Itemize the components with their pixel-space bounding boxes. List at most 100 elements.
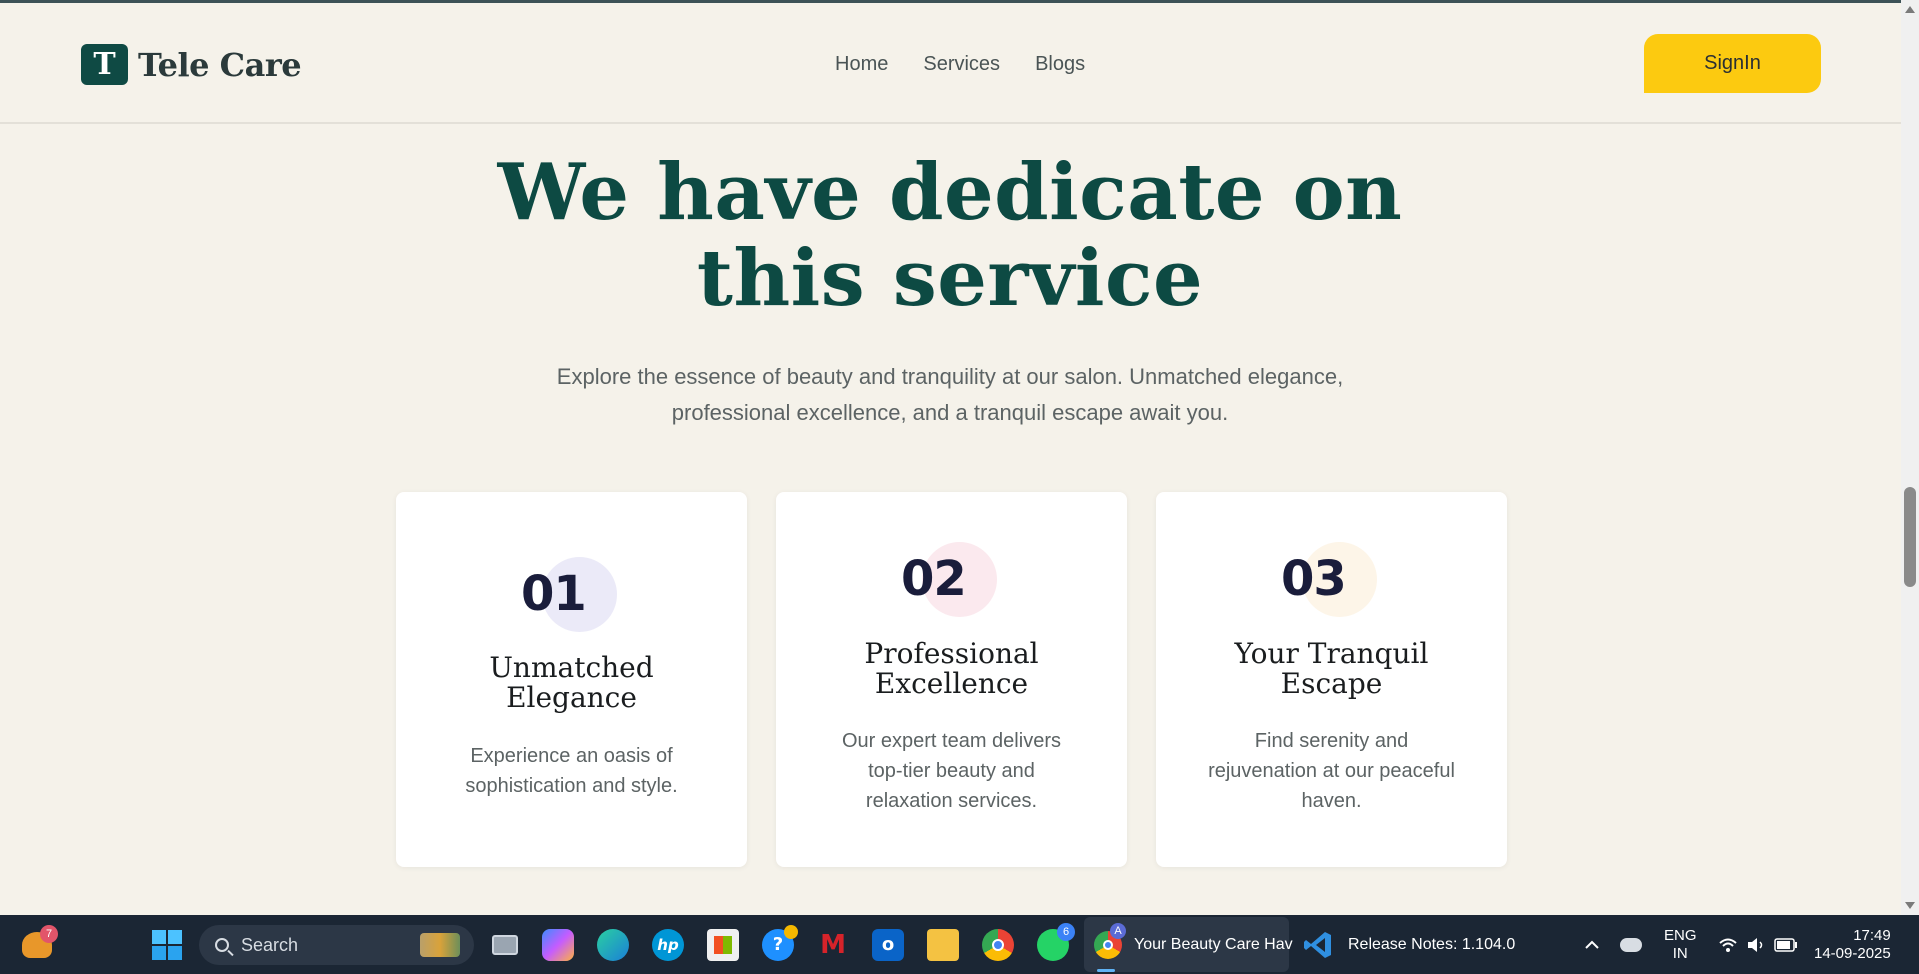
section-subtext-line-2: professional excellence, and a tranquil … <box>671 400 1229 425</box>
language-indicator[interactable]: ENG IN <box>1664 915 1697 974</box>
section-heading-line-1: We have dedicate on <box>497 147 1403 238</box>
edge-icon <box>597 928 629 961</box>
network-volume-battery[interactable] <box>1718 915 1798 974</box>
service-card-3: 03 Your Tranquil Escape Find serenity an… <box>1156 492 1507 867</box>
card-3-number: 03 <box>1281 551 1347 607</box>
chevron-up-icon <box>1585 940 1599 949</box>
card-3-title-line-1: Your Tranquil <box>1234 637 1429 670</box>
clock[interactable]: 17:49 14-09-2025 <box>1814 915 1891 974</box>
logo[interactable]: T Tele Care <box>81 44 302 85</box>
task-view-icon <box>489 929 521 961</box>
wifi-icon <box>1719 938 1737 952</box>
section-heading: We have dedicate on this service <box>450 150 1450 322</box>
card-3-title-line-2: Escape <box>1280 667 1383 700</box>
language-text: ENG IN <box>1664 927 1697 963</box>
get-help-button[interactable]: ? <box>762 915 798 974</box>
card-1-title-line-2: Elegance <box>506 681 637 714</box>
browser-viewport: T Tele Care Home Services Blogs SignIn W… <box>0 0 1901 915</box>
active-window-title: Your Beauty Care Hav <box>1134 935 1293 953</box>
whatsapp-badge: 6 <box>1057 923 1075 941</box>
onedrive-button[interactable] <box>1620 915 1642 974</box>
nav-home-link[interactable]: Home <box>835 53 888 76</box>
nav-services-link[interactable]: Services <box>923 53 1000 76</box>
card-2-description: Our expert team delivers top-tier beauty… <box>816 726 1087 816</box>
logo-mark-icon: T <box>81 44 128 85</box>
page-scrollbar[interactable] <box>1901 0 1919 915</box>
signin-button[interactable]: SignIn <box>1644 34 1821 93</box>
volume-icon <box>1748 937 1763 952</box>
clock-text: 17:49 14-09-2025 <box>1814 927 1891 963</box>
card-2-title-line-2: Excellence <box>874 667 1029 700</box>
copilot-button[interactable] <box>542 915 574 974</box>
task-view-button[interactable] <box>489 915 521 974</box>
language-line-2: IN <box>1672 944 1688 962</box>
outlook-button[interactable]: o <box>872 915 904 974</box>
card-3-description: Find serenity and rejuvenation at our pe… <box>1196 726 1467 816</box>
scroll-down-arrow-icon[interactable] <box>1905 902 1915 909</box>
windows-start-icon <box>152 929 182 960</box>
card-2-number: 02 <box>901 551 967 607</box>
onedrive-cloud-icon <box>1620 937 1642 952</box>
chrome-profile-badge: A <box>1110 923 1126 939</box>
card-1-desc-line-2: sophistication and style. <box>465 775 678 797</box>
file-explorer-button[interactable] <box>927 915 959 974</box>
start-button[interactable] <box>152 915 182 974</box>
folder-icon <box>927 928 959 961</box>
vscode-window-title: Release Notes: 1.104.0 <box>1348 935 1516 953</box>
search-icon <box>215 938 229 952</box>
scroll-up-arrow-icon[interactable] <box>1905 6 1915 13</box>
outlook-icon: o <box>872 928 904 961</box>
search-highlight-icon <box>420 933 460 957</box>
copilot-icon <box>542 928 574 961</box>
taskbar-search-label: Search <box>241 934 299 955</box>
weather-widget[interactable]: 7 <box>22 915 58 974</box>
scroll-thumb[interactable] <box>1904 487 1916 587</box>
nav-blogs-link[interactable]: Blogs <box>1035 53 1085 76</box>
logo-text: Tele Care <box>138 45 302 84</box>
section-subtext: Explore the essence of beauty and tranqu… <box>520 359 1380 431</box>
card-1-title: Unmatched Elegance <box>396 653 747 713</box>
clock-time: 17:49 <box>1853 926 1891 944</box>
language-line-1: ENG <box>1664 926 1697 944</box>
whatsapp-button[interactable]: 6 <box>1037 915 1075 974</box>
service-card-2: 02 Professional Excellence Our expert te… <box>776 492 1127 867</box>
card-2-desc-line-1: Our expert team delivers <box>842 730 1061 752</box>
battery-icon <box>1774 937 1797 952</box>
window-top-edge <box>0 0 1919 3</box>
edge-button[interactable] <box>597 915 629 974</box>
card-3-desc-line-3: haven. <box>1301 790 1362 812</box>
tray-overflow-button[interactable] <box>1584 915 1600 974</box>
card-1-description: Experience an oasis of sophistication an… <box>436 741 707 801</box>
card-2-desc-line-2: top-tier beauty and <box>868 760 1035 782</box>
microsoft-store-button[interactable] <box>707 915 739 974</box>
card-2-desc-line-3: relaxation services. <box>865 790 1038 812</box>
section-heading-line-2: this service <box>696 233 1204 324</box>
weather-badge: 7 <box>40 925 58 943</box>
chrome-button[interactable] <box>982 915 1014 974</box>
card-2-title: Professional Excellence <box>776 639 1127 699</box>
taskbar-search-input[interactable]: Search <box>199 925 474 965</box>
card-3-desc-line-1: Find serenity and <box>1254 730 1409 752</box>
section-subtext-line-1: Explore the essence of beauty and tranqu… <box>556 364 1344 389</box>
windows-taskbar: 7 Search hp ? M o 6 A Your Beauty Care H… <box>0 915 1919 974</box>
chrome-icon <box>982 928 1014 961</box>
main-nav: Home Services Blogs <box>835 53 1085 76</box>
help-notification-dot <box>784 925 798 939</box>
hp-app-button[interactable]: hp <box>652 915 684 974</box>
card-1-number: 01 <box>521 566 587 622</box>
card-2-title-line-1: Professional <box>864 637 1039 670</box>
active-chrome-window[interactable]: A Your Beauty Care Hav <box>1094 915 1293 974</box>
card-3-title: Your Tranquil Escape <box>1156 639 1507 699</box>
mcafee-shield-icon: M <box>820 929 846 960</box>
vscode-window[interactable]: Release Notes: 1.104.0 <box>1303 915 1515 974</box>
store-icon <box>707 928 739 961</box>
site-header: T Tele Care Home Services Blogs SignIn <box>0 3 1901 124</box>
mcafee-button[interactable]: M <box>817 915 849 974</box>
service-card-1: 01 Unmatched Elegance Experience an oasi… <box>396 492 747 867</box>
vscode-icon <box>1304 931 1331 958</box>
clock-date: 14-09-2025 <box>1814 944 1891 962</box>
card-1-desc-line-1: Experience an oasis of <box>470 745 673 767</box>
hp-icon: hp <box>652 928 684 961</box>
card-1-title-line-1: Unmatched <box>489 651 654 684</box>
card-3-desc-line-2: rejuvenation at our peaceful <box>1208 760 1455 782</box>
